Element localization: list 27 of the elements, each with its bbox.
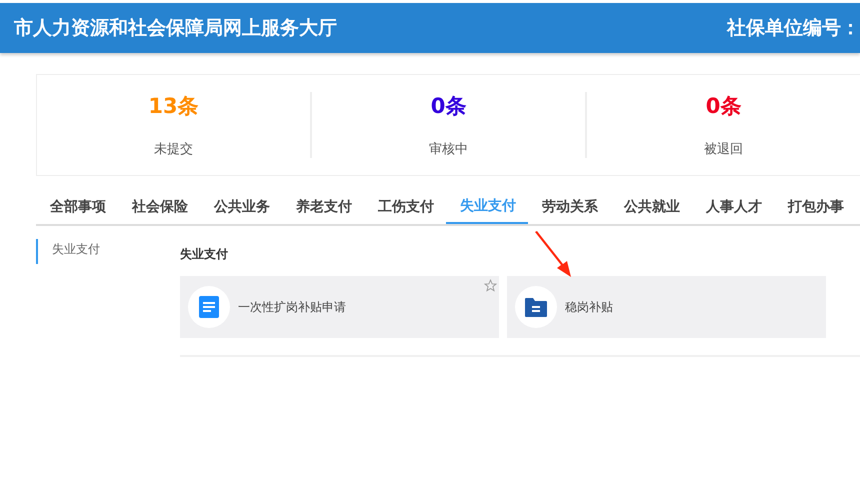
category-tab[interactable]: 养老支付: [282, 190, 364, 224]
stat-label: 审核中: [429, 141, 468, 158]
section-title: 失业支付: [180, 246, 229, 263]
category-tab[interactable]: 社会保险: [118, 190, 200, 224]
category-tab[interactable]: 人事人才: [692, 190, 774, 224]
category-tab[interactable]: 劳动关系: [528, 190, 610, 224]
category-tab[interactable]: 公共业务: [200, 190, 282, 224]
sidebar-item[interactable]: 失业支付: [36, 239, 100, 264]
category-tab[interactable]: 打包办事: [774, 190, 856, 224]
star-icon[interactable]: [484, 279, 497, 292]
document-icon: [199, 296, 219, 318]
unit-number-label: 社保单位编号：: [727, 16, 860, 41]
stat-label: 被退回: [704, 141, 743, 158]
folder-icon: [525, 298, 547, 316]
stat-label: 未提交: [154, 141, 193, 158]
service-card[interactable]: 一次性扩岗补贴申请: [180, 276, 499, 338]
category-tab[interactable]: 公共就业: [610, 190, 692, 224]
category-tab[interactable]: 全部事项: [36, 190, 118, 224]
service-card[interactable]: 稳岗补贴: [507, 276, 826, 338]
category-tab[interactable]: 工伤支付: [364, 190, 446, 224]
service-name: 一次性扩岗补贴申请: [238, 298, 346, 316]
stat-count: 0条: [430, 93, 466, 120]
stat-count: 0条: [706, 93, 742, 120]
stat-count: 13条: [148, 93, 199, 120]
annotation-arrow: [533, 231, 573, 279]
service-name: 稳岗补贴: [565, 298, 613, 316]
site-title: 市人力资源和社会保障局网上服务大厅: [14, 16, 337, 41]
